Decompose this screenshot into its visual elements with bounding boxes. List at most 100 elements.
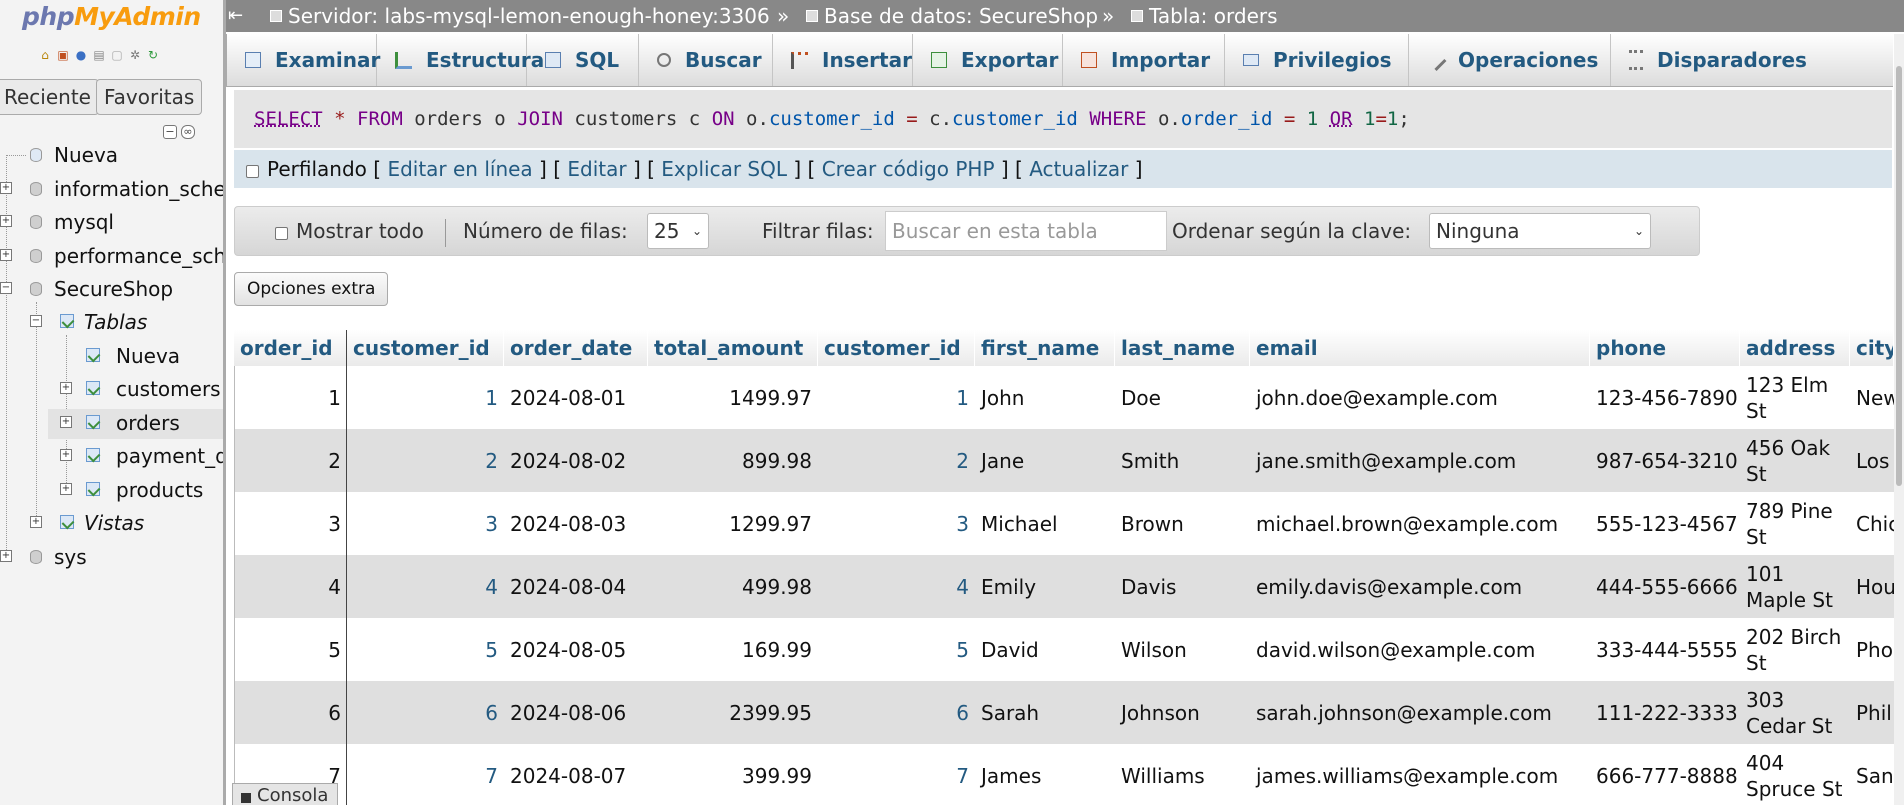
cell-customer-id[interactable]: 1 — [347, 366, 504, 429]
home-icon[interactable]: ⌂ — [38, 48, 52, 62]
help-icon[interactable]: ● — [74, 48, 88, 62]
cell-email[interactable]: michael.brown@example.com — [1250, 492, 1590, 555]
cell-email[interactable]: james.williams@example.com — [1250, 744, 1590, 807]
tab-browse[interactable]: Examinar — [227, 34, 380, 86]
cell-order-id[interactable]: 2 — [234, 429, 347, 492]
column-header-address[interactable]: address — [1740, 330, 1850, 366]
cell-first-name[interactable]: Michael — [975, 492, 1115, 555]
column-header-customer-id-2[interactable]: customer_id — [818, 330, 975, 366]
column-header-first-name[interactable]: first_name — [975, 330, 1115, 366]
cell-order-date[interactable]: 2024-08-02 — [504, 429, 648, 492]
cell-order-date[interactable]: 2024-08-01 — [504, 366, 648, 429]
cell-last-name[interactable]: Johnson — [1115, 681, 1250, 744]
phpmyadmin-logo[interactable]: phpMyAdmin — [22, 2, 201, 31]
tab-sql[interactable]: SQL — [527, 34, 639, 86]
cell-total-amount[interactable]: 399.99 — [648, 744, 818, 807]
cell-last-name[interactable]: Brown — [1115, 492, 1250, 555]
breadcrumb-server[interactable]: Servidor: labs-mysql-lemon-enough-honey:… — [270, 0, 770, 32]
cell-customer-id[interactable]: 3 — [347, 492, 504, 555]
edit-link[interactable]: Editar — [567, 157, 626, 181]
console-toggle[interactable]: Consola — [232, 783, 338, 805]
cell-city[interactable]: Chic — [1850, 492, 1894, 555]
column-header-email[interactable]: email — [1250, 330, 1590, 366]
expand-icon[interactable]: + — [60, 483, 72, 495]
cell-address[interactable]: 123 Elm St — [1740, 366, 1850, 429]
tab-triggers[interactable]: Disparadores — [1611, 34, 1811, 86]
breadcrumb-table[interactable]: Tabla: orders — [1131, 0, 1278, 32]
cell-order-date[interactable]: 2024-08-06 — [504, 681, 648, 744]
cell-first-name[interactable]: James — [975, 744, 1115, 807]
expand-icon[interactable]: + — [0, 182, 12, 194]
cell-address[interactable]: 303 Cedar St — [1740, 681, 1850, 744]
cell-phone[interactable]: 987-654-3210 — [1590, 429, 1740, 492]
cell-city[interactable]: Phil — [1850, 681, 1894, 744]
cell-address[interactable]: 404 Spruce St — [1740, 744, 1850, 807]
cell-first-name[interactable]: David — [975, 618, 1115, 681]
cell-order-id[interactable]: 6 — [234, 681, 347, 744]
cell-customer-id-2[interactable]: 2 — [818, 429, 975, 492]
create-php-code-link[interactable]: Crear código PHP — [822, 157, 995, 181]
cell-customer-id[interactable]: 2 — [347, 429, 504, 492]
expand-icon[interactable]: + — [0, 215, 12, 227]
cell-order-id[interactable]: 5 — [234, 618, 347, 681]
inline-edit-link[interactable]: Editar en línea — [387, 157, 532, 181]
cell-city[interactable]: Hou — [1850, 555, 1894, 618]
link-icon[interactable]: ∞ — [181, 125, 195, 139]
cell-phone[interactable]: 555-123-4567 — [1590, 492, 1740, 555]
extra-options-button[interactable]: Opciones extra — [234, 272, 389, 306]
explain-sql-link[interactable]: Explicar SQL — [661, 157, 787, 181]
cell-customer-id-2[interactable]: 3 — [818, 492, 975, 555]
tab-search[interactable]: Buscar — [639, 34, 773, 86]
filter-rows-input[interactable]: Buscar en esta tabla — [885, 211, 1167, 251]
tab-favorites[interactable]: Favoritas — [96, 79, 203, 115]
cell-email[interactable]: sarah.johnson@example.com — [1250, 681, 1590, 744]
cell-last-name[interactable]: Williams — [1115, 744, 1250, 807]
cell-email[interactable]: david.wilson@example.com — [1250, 618, 1590, 681]
cell-customer-id-2[interactable]: 1 — [818, 366, 975, 429]
cell-address[interactable]: 202 Birch St — [1740, 618, 1850, 681]
cell-total-amount[interactable]: 1299.97 — [648, 492, 818, 555]
cell-city[interactable]: New — [1850, 366, 1894, 429]
reload-icon[interactable]: ↻ — [146, 48, 160, 62]
tab-export[interactable]: Exportar — [913, 34, 1063, 86]
collapse-all-icon[interactable]: − — [163, 125, 177, 139]
cell-order-date[interactable]: 2024-08-04 — [504, 555, 648, 618]
cell-city[interactable]: San — [1850, 744, 1894, 807]
show-all-toggle[interactable]: Mostrar todo — [275, 207, 424, 255]
cell-phone[interactable]: 666-777-8888 — [1590, 744, 1740, 807]
settings-icon[interactable]: ✲ — [128, 48, 142, 62]
cell-order-id[interactable]: 1 — [234, 366, 347, 429]
cell-last-name[interactable]: Wilson — [1115, 618, 1250, 681]
expand-icon[interactable]: + — [30, 516, 42, 528]
cell-address[interactable]: 789 Pine St — [1740, 492, 1850, 555]
cell-phone[interactable]: 123-456-7890 — [1590, 366, 1740, 429]
cell-order-date[interactable]: 2024-08-07 — [504, 744, 648, 807]
cell-city[interactable]: Los — [1850, 429, 1894, 492]
tab-recent[interactable]: Reciente — [0, 79, 99, 115]
column-header-order-date[interactable]: order_date — [504, 330, 648, 366]
expand-icon[interactable]: + — [0, 550, 12, 562]
cell-address[interactable]: 456 Oak St — [1740, 429, 1850, 492]
cell-order-id[interactable]: 3 — [234, 492, 347, 555]
expand-icon[interactable]: + — [60, 449, 72, 461]
rows-per-page-select[interactable]: 25 ⌄ — [647, 213, 709, 249]
collapse-navigation-icon[interactable]: ⇤ — [228, 0, 248, 32]
tab-insert[interactable]: Insertar — [773, 34, 913, 86]
breadcrumb-database[interactable]: Base de datos: SecureShop — [806, 0, 1098, 32]
refresh-link[interactable]: Actualizar — [1029, 157, 1128, 181]
cell-phone[interactable]: 333-444-5555 — [1590, 618, 1740, 681]
cell-email[interactable]: emily.davis@example.com — [1250, 555, 1590, 618]
cell-customer-id[interactable]: 7 — [347, 744, 504, 807]
logout-icon[interactable]: ▣ — [56, 48, 70, 62]
copy-icon[interactable]: ▢ — [110, 48, 124, 62]
cell-customer-id[interactable]: 6 — [347, 681, 504, 744]
expand-icon[interactable]: + — [60, 382, 72, 394]
column-header-order-id[interactable]: order_id — [234, 330, 347, 366]
cell-order-date[interactable]: 2024-08-03 — [504, 492, 648, 555]
cell-phone[interactable]: 111-222-3333 — [1590, 681, 1740, 744]
cell-phone[interactable]: 444-555-6666 — [1590, 555, 1740, 618]
tab-import[interactable]: Importar — [1063, 34, 1225, 86]
collapse-icon[interactable]: − — [0, 282, 12, 294]
tab-structure[interactable]: Estructura — [377, 34, 544, 86]
cell-customer-id-2[interactable]: 4 — [818, 555, 975, 618]
